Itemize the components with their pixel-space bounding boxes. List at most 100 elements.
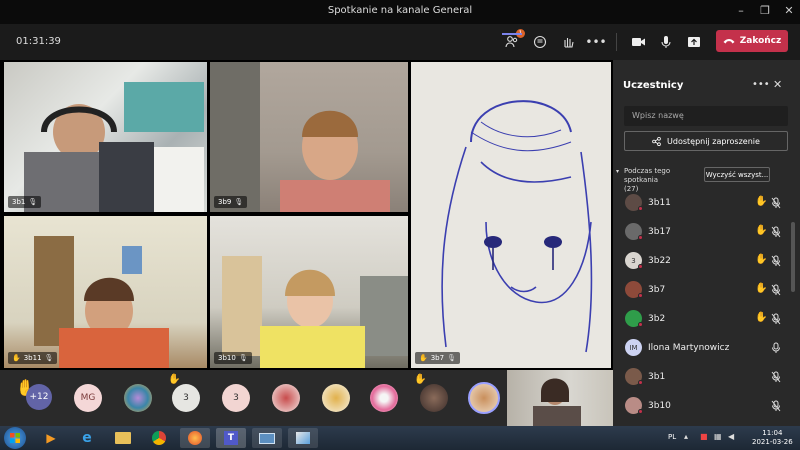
raise-hand-icon: ✋ — [755, 254, 768, 265]
mic-off-icon[interactable] — [771, 400, 781, 412]
panel-scrollbar[interactable] — [791, 222, 795, 292]
participant-name: 3b7 — [648, 285, 666, 295]
participant-video — [222, 256, 408, 368]
avatar[interactable]: 3 — [172, 384, 200, 412]
participant-row[interactable]: 3 3b22 ✋ — [613, 248, 793, 274]
participant-row[interactable]: 3b2 ✋ — [613, 306, 793, 332]
lower-all-hands-button[interactable]: Wyczyść wszyst... — [704, 167, 770, 182]
end-call-button[interactable]: Zakończ — [716, 30, 788, 52]
presence-status-icon — [638, 322, 643, 327]
raise-hand-icon: ✋ — [755, 283, 768, 294]
participant-row[interactable]: 3b17 ✋ — [613, 219, 793, 245]
ie-icon: e — [82, 430, 92, 446]
taskbar-paint[interactable] — [288, 428, 318, 448]
panel-more-icon[interactable]: ••• — [752, 79, 770, 90]
self-video-preview[interactable] — [507, 370, 613, 426]
participant-row[interactable]: IM Ilona Martynowicz — [613, 335, 793, 361]
video-tile[interactable]: ✋ 3b7 🎙 — [411, 62, 611, 368]
avatar[interactable] — [322, 384, 350, 412]
network-icon[interactable]: ▦ — [714, 432, 722, 441]
title-bar: Spotkanie na kanale General – ❐ ✕ — [0, 0, 800, 24]
participant-video — [441, 100, 593, 353]
tray-chevron-icon[interactable]: ▴ — [684, 432, 688, 441]
taskbar-window[interactable] — [252, 428, 282, 448]
chat-button[interactable] — [530, 32, 550, 52]
mic-off-icon: 🎙 — [44, 354, 54, 362]
microphone-icon — [661, 36, 671, 48]
participant-name: 3b22 — [648, 256, 671, 266]
participant-name-label: ✋ 3b7 🎙 — [415, 352, 460, 364]
panel-title: Uczestnicy — [623, 80, 684, 91]
taskbar-chrome[interactable] — [144, 428, 174, 448]
mic-off-icon[interactable] — [771, 371, 781, 383]
camera-icon — [631, 38, 645, 46]
avatar[interactable] — [370, 384, 398, 412]
volume-icon[interactable]: ◀ — [728, 432, 734, 441]
participant-row[interactable]: 3b1 — [613, 364, 793, 390]
taskbar-explorer[interactable] — [108, 428, 138, 448]
more-actions-button[interactable]: ••• — [585, 32, 606, 52]
avatar[interactable] — [272, 384, 300, 412]
avatar[interactable] — [124, 384, 152, 412]
participant-name-label: 3b9 🎙 — [214, 196, 248, 208]
presence-status-icon — [638, 380, 643, 385]
participant-video — [24, 82, 204, 212]
video-tile[interactable]: ✋ 3b11 🎙 — [4, 216, 207, 368]
taskbar-teams[interactable]: T — [216, 428, 246, 448]
participant-video — [34, 236, 169, 368]
participant-row[interactable]: 3b10 — [613, 393, 793, 419]
firefox-icon — [188, 431, 202, 445]
share-invite-button[interactable]: Udostępnij zaproszenie — [624, 131, 788, 151]
teams-icon: T — [224, 431, 238, 445]
video-tile[interactable]: 3b1 🎙 — [4, 62, 207, 212]
minimize-icon[interactable]: – — [734, 4, 748, 18]
video-stage: 3b1 🎙 3b9 🎙 ✋ 3b7 🎙 ✋ 3b11 🎙 3b10 🎙 — [0, 60, 613, 370]
camera-button[interactable] — [628, 32, 648, 52]
mic-off-icon: 🎙 — [28, 198, 38, 206]
participants-button[interactable]: 1 — [502, 29, 525, 52]
raise-hand-icon: ✋ — [755, 196, 768, 207]
video-tile[interactable]: 3b10 🎙 — [210, 216, 408, 368]
close-window-icon[interactable]: ✕ — [782, 4, 796, 18]
windows-icon — [10, 433, 20, 443]
start-button[interactable] — [4, 427, 26, 449]
hang-up-icon — [723, 39, 735, 44]
microphone-icon[interactable] — [771, 342, 781, 354]
window-title: Spotkanie na kanale General — [327, 5, 473, 16]
mic-off-icon[interactable] — [771, 255, 781, 267]
folder-icon — [115, 432, 131, 444]
taskbar-internet-explorer[interactable]: e — [72, 428, 102, 448]
taskbar-media-player[interactable]: ▶ — [36, 428, 66, 448]
self-video — [533, 378, 581, 426]
avatar[interactable] — [468, 382, 500, 414]
participant-row[interactable]: 3b11 ✋ — [613, 190, 793, 216]
raise-hand-icon: ✋ — [755, 225, 768, 236]
presence-status-icon — [638, 206, 643, 211]
participant-row[interactable]: 3b7 ✋ — [613, 277, 793, 303]
mic-off-icon[interactable] — [771, 313, 781, 325]
participant-video — [210, 62, 390, 212]
system-clock[interactable]: 11:04 2021-03-26 — [752, 429, 793, 447]
avatar[interactable]: MG — [74, 384, 102, 412]
restore-icon[interactable]: ❐ — [758, 4, 772, 18]
participant-search-input[interactable]: Wpisz nazwę — [624, 106, 788, 126]
mic-off-icon[interactable] — [771, 197, 781, 209]
taskbar-firefox[interactable] — [180, 428, 210, 448]
share-screen-button[interactable] — [684, 32, 704, 52]
language-indicator[interactable]: PL — [668, 433, 676, 441]
mic-off-icon: 🎙 — [447, 354, 456, 362]
participant-name: 3b17 — [648, 227, 671, 237]
avatar[interactable]: 3 — [222, 384, 250, 412]
mic-off-icon[interactable] — [771, 226, 781, 238]
microphone-button[interactable] — [656, 32, 676, 52]
overflow-participants-button[interactable]: +12 — [26, 384, 52, 410]
avatar[interactable] — [420, 384, 448, 412]
tray-alert-icon[interactable]: ■ — [700, 432, 708, 441]
reactions-button[interactable] — [558, 32, 578, 52]
presence-status-icon — [638, 264, 643, 269]
video-tile[interactable]: 3b9 🎙 — [210, 62, 408, 212]
mic-off-icon[interactable] — [771, 284, 781, 296]
close-panel-icon[interactable]: ✕ — [773, 78, 782, 91]
presence-status-icon — [638, 409, 643, 414]
raise-hand-icon — [564, 38, 574, 48]
